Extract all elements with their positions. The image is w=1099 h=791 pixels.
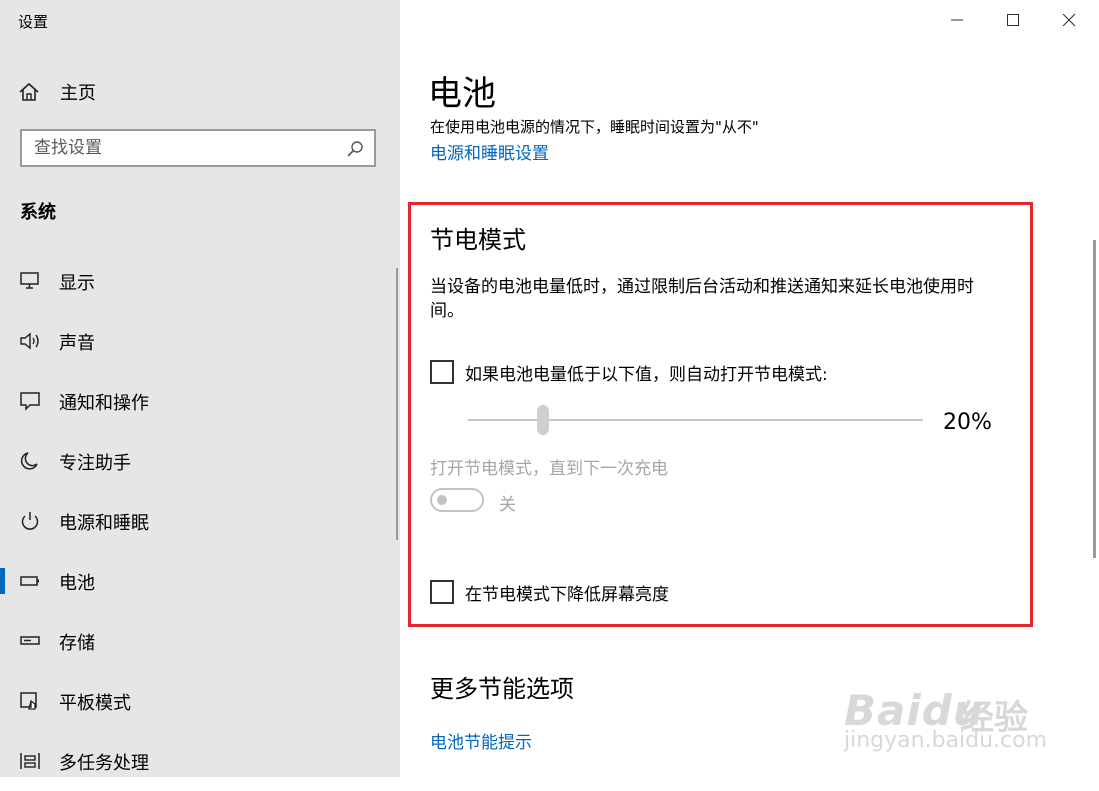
toggle-knob [437,495,447,505]
app-title: 设置 [18,13,49,31]
sidebar-item-power-sleep[interactable]: 电源和睡眠 [0,491,400,551]
battery-saver-toggle[interactable] [430,488,484,512]
sound-icon [19,331,41,351]
power-icon [19,511,41,531]
moon-icon [19,451,41,471]
sidebar-item-label: 声音 [59,333,95,354]
sidebar-item-focus-assist[interactable]: 专注助手 [0,431,400,491]
battery-saver-status-label: 打开节电模式，直到下一次充电 [430,459,668,479]
auto-battery-saver-checkbox[interactable] [430,360,454,384]
display-icon [19,271,41,291]
battery-tips-link[interactable]: 电池节能提示 [430,728,532,753]
sidebar-item-storage[interactable]: 存储 [0,611,400,671]
threshold-value: 20% [943,410,992,435]
watermark-url: jingyan.baidu.com [844,728,1048,753]
sidebar-item-label: 电源和睡眠 [59,513,149,534]
main-scrollbar[interactable] [1093,240,1096,558]
home-nav-item[interactable]: 主页 [18,78,96,106]
sidebar-item-label: 电池 [59,573,95,594]
nav-list: 显示 声音 通知和操作 专注助手 电源和睡眠 电池 存储 平板模式 多任务处理 [0,251,400,791]
search-icon[interactable] [346,140,364,162]
search-input[interactable] [34,137,334,159]
home-label: 主页 [60,83,96,104]
home-icon [18,81,40,103]
highlight-frame [408,202,1033,627]
sidebar-item-label: 存储 [59,633,95,654]
sidebar-item-battery[interactable]: 电池 [0,551,400,611]
storage-icon [19,631,41,651]
search-box[interactable] [20,129,376,167]
page-title: 电池 [428,74,496,114]
sidebar-scrollbar[interactable] [396,268,398,540]
more-options-title: 更多节能选项 [430,675,574,703]
sidebar-item-display[interactable]: 显示 [0,251,400,311]
sleep-note: 在使用电池电源的情况下，睡眠时间设置为"从不" [430,118,759,136]
threshold-slider-thumb[interactable] [537,405,549,435]
minimize-button[interactable] [934,6,980,34]
minimize-icon [951,19,963,21]
power-sleep-settings-link[interactable]: 电源和睡眠设置 [430,139,549,164]
notification-icon [19,391,41,411]
sidebar-item-label: 平板模式 [59,693,131,714]
maximize-icon [1007,14,1019,26]
sidebar: 设置 主页 系统 显示 声音 通知和操作 [0,0,400,777]
close-button[interactable] [1046,6,1092,34]
sidebar-item-notifications[interactable]: 通知和操作 [0,371,400,431]
multitasking-icon [19,751,41,771]
toggle-state-label: 关 [499,495,516,515]
sidebar-item-multitasking[interactable]: 多任务处理 [0,731,400,791]
sidebar-item-tablet-mode[interactable]: 平板模式 [0,671,400,731]
battery-saver-title: 节电模式 [430,226,526,254]
sidebar-item-label: 多任务处理 [59,753,149,774]
maximize-button[interactable] [990,6,1036,34]
section-title: 系统 [20,202,56,223]
sidebar-item-label: 专注助手 [59,453,131,474]
sidebar-item-label: 通知和操作 [59,393,149,414]
baidu-watermark: Baidu 经验 jingyan.baidu.com [844,660,1048,770]
lower-brightness-label: 在节电模式下降低屏幕亮度 [465,585,669,605]
battery-saver-description: 当设备的电池电量低时，通过限制后台活动和推送通知来延长电池使用时间。 [430,277,974,321]
sidebar-item-label: 显示 [59,273,95,294]
battery-icon [19,571,41,591]
sidebar-item-sound[interactable]: 声音 [0,311,400,371]
tablet-mode-icon [19,691,41,711]
auto-battery-saver-label: 如果电池电量低于以下值，则自动打开节电模式: [465,365,828,385]
lower-brightness-checkbox[interactable] [430,580,454,604]
close-icon [1062,13,1076,27]
